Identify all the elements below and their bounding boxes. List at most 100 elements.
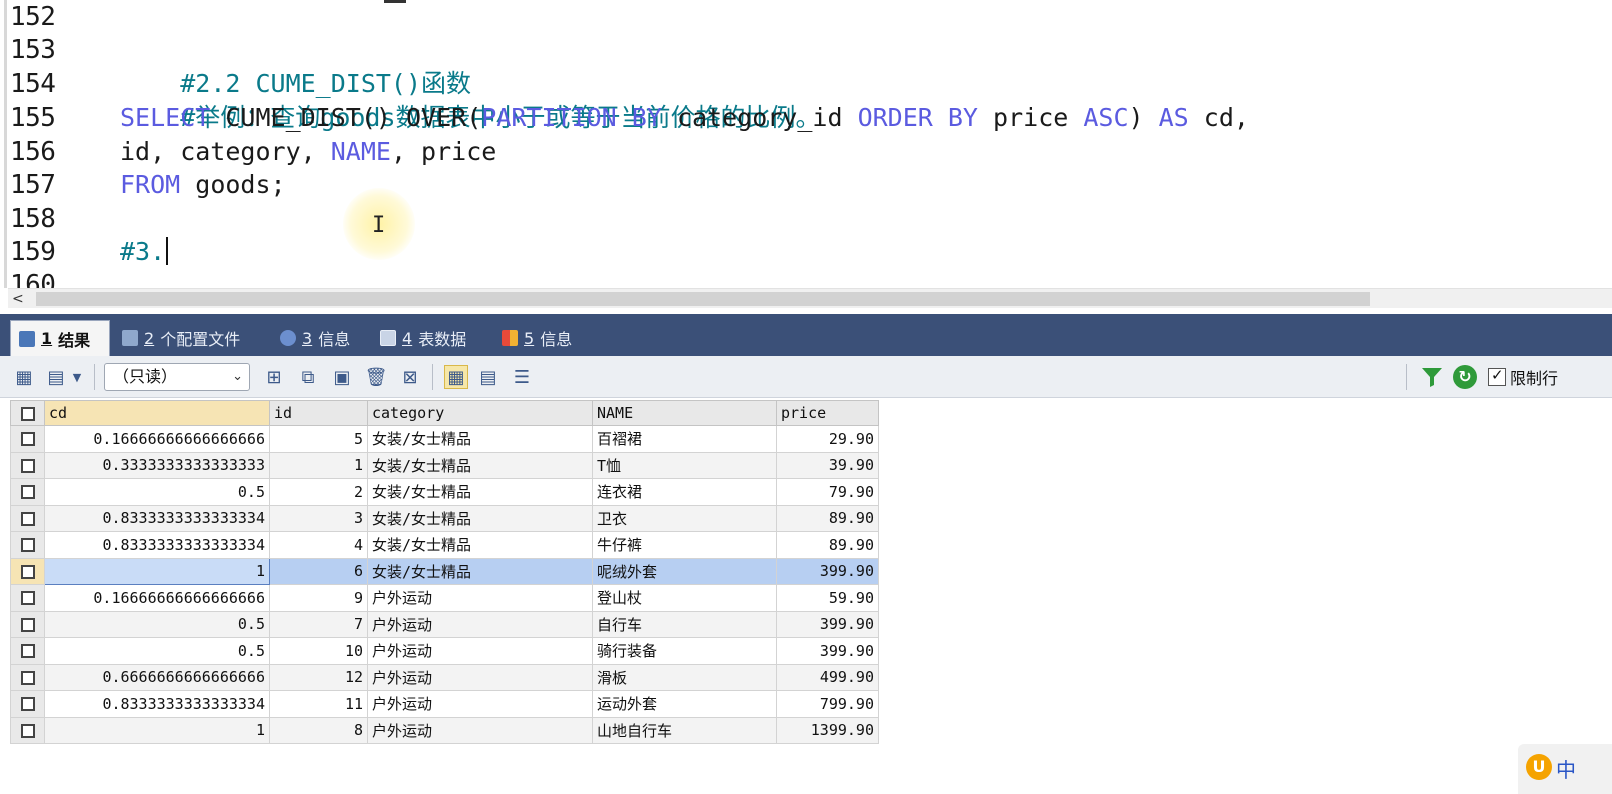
cell-name[interactable]: 呢绒外套 [592, 557, 777, 585]
cell-category[interactable]: 户外运动 [367, 663, 593, 691]
cell-name[interactable]: 连衣裙 [592, 478, 777, 506]
row-checkbox[interactable] [20, 723, 35, 738]
row-checkbox[interactable] [20, 697, 35, 712]
row-checkbox[interactable] [20, 432, 35, 447]
row-selector[interactable] [10, 425, 45, 453]
row-selector[interactable] [10, 478, 45, 506]
row-checkbox[interactable] [20, 485, 35, 500]
cell-id[interactable]: 8 [269, 716, 368, 744]
cell-cd[interactable]: 0.5 [44, 610, 270, 638]
cell-cd[interactable]: 0.5 [44, 637, 270, 665]
cell-id[interactable]: 1 [269, 451, 368, 479]
cell-category[interactable]: 户外运动 [367, 637, 593, 665]
cell-id[interactable]: 3 [269, 504, 368, 532]
select-all-checkbox[interactable] [20, 406, 35, 421]
export-icon[interactable]: ▦ [12, 365, 36, 389]
cell-category[interactable]: 户外运动 [367, 690, 593, 718]
chevron-down-icon[interactable]: ▼ [70, 365, 84, 389]
cell-category[interactable]: 女装/女士精品 [367, 531, 593, 559]
table-row[interactable]: 0.8333333333333334 11 户外运动 运动外套 799.90 [10, 690, 879, 718]
cell-cd[interactable]: 0.6666666666666666 [44, 663, 270, 691]
row-selector[interactable] [10, 610, 45, 638]
table-row[interactable]: 1 6 女装/女士精品 呢绒外套 399.90 [10, 557, 879, 585]
cell-price[interactable]: 499.90 [776, 663, 879, 691]
row-selector[interactable] [10, 716, 45, 744]
row-selector[interactable] [10, 584, 45, 612]
cell-cd[interactable]: 0.16666666666666666 [44, 584, 270, 612]
cell-price[interactable]: 79.90 [776, 478, 879, 506]
table-row[interactable]: 0.5 2 女装/女士精品 连衣裙 79.90 [10, 478, 879, 506]
table-row[interactable]: 0.6666666666666666 12 户外运动 滑板 499.90 [10, 663, 879, 691]
add-row-icon[interactable]: ⊞ [262, 365, 286, 389]
table-row[interactable]: 0.8333333333333334 4 女装/女士精品 牛仔裤 89.90 [10, 531, 879, 559]
tab-info[interactable]: 3 信息 [272, 320, 358, 356]
import-icon[interactable]: ▤ [44, 365, 68, 389]
cell-name[interactable]: 自行车 [592, 610, 777, 638]
select-all-header[interactable] [10, 400, 45, 426]
text-view-icon[interactable]: ☰ [510, 365, 534, 389]
cell-name[interactable]: 卫衣 [592, 504, 777, 532]
column-header-price[interactable]: price [776, 400, 879, 426]
row-checkbox[interactable] [20, 644, 35, 659]
cancel-changes-icon[interactable]: ⊠ [398, 365, 422, 389]
cell-price[interactable]: 399.90 [776, 637, 879, 665]
tab-info-2[interactable]: 5 信息 [494, 320, 580, 356]
table-row[interactable]: 1 8 户外运动 山地自行车 1399.90 [10, 716, 879, 744]
cell-id[interactable]: 9 [269, 584, 368, 612]
cell-price[interactable]: 89.90 [776, 531, 879, 559]
save-icon[interactable]: ▣ [330, 365, 354, 389]
filter-icon[interactable] [1420, 365, 1444, 389]
cell-id[interactable]: 12 [269, 663, 368, 691]
row-checkbox[interactable] [20, 670, 35, 685]
table-row[interactable]: 0.5 7 户外运动 自行车 399.90 [10, 610, 879, 638]
ime-tray[interactable]: U 中 [1518, 744, 1612, 794]
cell-name[interactable]: 骑行装备 [592, 637, 777, 665]
cell-category[interactable]: 女装/女士精品 [367, 425, 593, 453]
cell-cd[interactable]: 0.8333333333333334 [44, 690, 270, 718]
cell-id[interactable]: 5 [269, 425, 368, 453]
table-row[interactable]: 0.3333333333333333 1 女装/女士精品 T恤 39.90 [10, 451, 879, 479]
cell-name[interactable]: 山地自行车 [592, 716, 777, 744]
cell-price[interactable]: 89.90 [776, 504, 879, 532]
cell-category[interactable]: 户外运动 [367, 716, 593, 744]
row-selector[interactable] [10, 451, 45, 479]
cell-name[interactable]: 牛仔裤 [592, 531, 777, 559]
table-row[interactable]: 0.8333333333333334 3 女装/女士精品 卫衣 89.90 [10, 504, 879, 532]
row-checkbox[interactable] [20, 511, 35, 526]
row-checkbox[interactable] [20, 538, 35, 553]
cell-category[interactable]: 女装/女士精品 [367, 451, 593, 479]
limit-rows-toggle[interactable]: 限制行 [1488, 366, 1558, 388]
cell-price[interactable]: 59.90 [776, 584, 879, 612]
cell-cd[interactable]: 0.16666666666666666 [44, 425, 270, 453]
cell-cd[interactable]: 0.8333333333333334 [44, 504, 270, 532]
code-line-157[interactable]: FROM goods; [120, 168, 286, 202]
column-header-cd[interactable]: cd [44, 400, 270, 426]
cell-name[interactable]: 登山杖 [592, 584, 777, 612]
cell-price[interactable]: 39.90 [776, 451, 879, 479]
tab-profiles[interactable]: 2 个配置文件 [114, 320, 248, 356]
cell-cd[interactable]: 0.8333333333333334 [44, 531, 270, 559]
row-checkbox[interactable] [20, 617, 35, 632]
read-only-mode-select[interactable]: （只读） ⌄ [104, 363, 250, 391]
cell-category[interactable]: 女装/女士精品 [367, 557, 593, 585]
row-selector[interactable] [10, 663, 45, 691]
cell-id[interactable]: 4 [269, 531, 368, 559]
cell-cd[interactable]: 1 [44, 716, 270, 744]
sql-editor[interactable]: 152 153 154 155 156 157 158 159 160 #2.2… [0, 0, 1612, 288]
table-row[interactable]: 0.5 10 户外运动 骑行装备 399.90 [10, 637, 879, 665]
cell-name[interactable]: T恤 [592, 451, 777, 479]
code-line-153[interactable]: #2.2 CUME_DIST()函数 [120, 33, 471, 98]
duplicate-row-icon[interactable]: ⧉ [296, 365, 320, 389]
grid-view-icon[interactable]: ▦ [444, 365, 468, 389]
table-row[interactable]: 0.16666666666666666 5 女装/女士精品 百褶裙 29.90 [10, 425, 879, 453]
form-view-icon[interactable]: ▤ [476, 365, 500, 389]
code-line-159[interactable]: #3. [120, 235, 169, 269]
tab-results[interactable]: 1 结果 [10, 320, 110, 356]
row-selector[interactable] [10, 504, 45, 532]
cell-id[interactable]: 6 [269, 557, 368, 585]
cell-id[interactable]: 11 [269, 690, 368, 718]
row-checkbox[interactable] [20, 564, 35, 579]
column-header-category[interactable]: category [367, 400, 593, 426]
cell-category[interactable]: 户外运动 [367, 584, 593, 612]
cell-category[interactable]: 户外运动 [367, 610, 593, 638]
